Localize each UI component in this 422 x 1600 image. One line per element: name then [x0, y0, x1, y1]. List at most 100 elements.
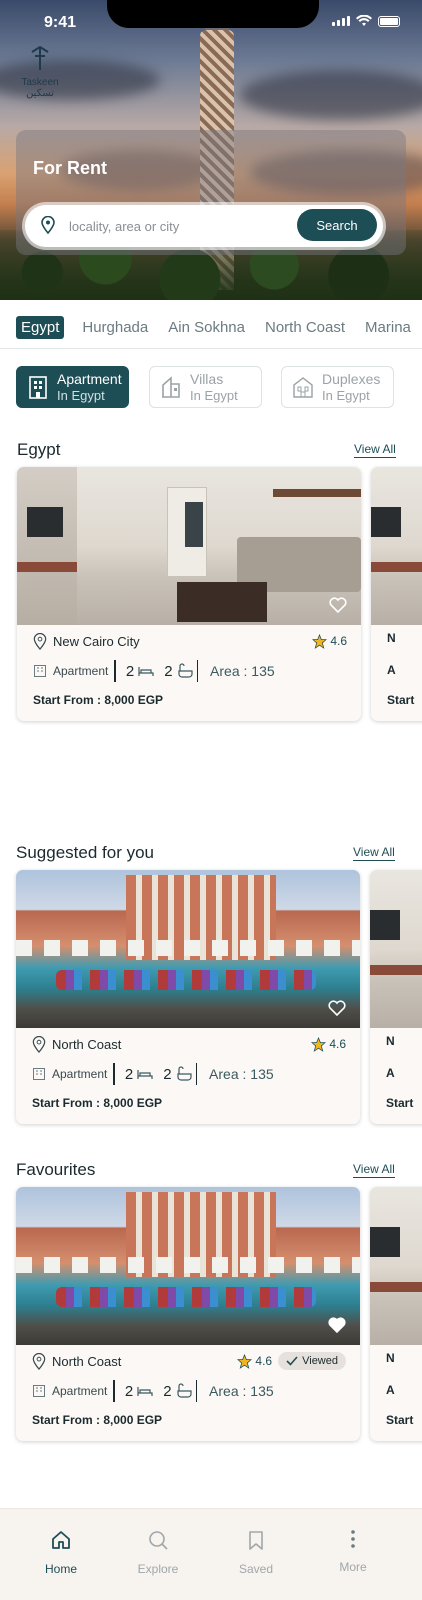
- section-title-egypt: Egypt: [17, 440, 61, 459]
- star-icon: [237, 1353, 253, 1369]
- property-price: Start From : 8,000 EGP: [32, 1413, 163, 1427]
- property-location: New Cairo City: [53, 633, 140, 649]
- view-all-egypt[interactable]: View All: [354, 442, 396, 458]
- villa-icon: [162, 376, 180, 398]
- category-sub: In Egypt: [322, 387, 370, 403]
- property-image: [371, 467, 422, 625]
- property-type: A: [386, 1066, 395, 1080]
- property-type: Apartment: [52, 1067, 108, 1081]
- property-location: N: [387, 631, 396, 645]
- rating: 4.6: [312, 633, 347, 649]
- rent-title: For Rent: [33, 158, 107, 178]
- category-sub: In Egypt: [57, 387, 105, 403]
- nav-more[interactable]: More: [318, 1529, 388, 1574]
- property-location: N: [386, 1351, 395, 1365]
- star-icon: [312, 633, 328, 649]
- device-notch: [107, 0, 319, 28]
- bed-icon: [137, 1387, 153, 1396]
- rating-value: 4.6: [255, 1354, 273, 1368]
- property-price: Start From : 8,000 EGP: [33, 693, 164, 707]
- nav-explore[interactable]: Explore: [123, 1529, 193, 1576]
- category-label: Apartment: [57, 370, 122, 387]
- search-input[interactable]: [69, 215, 289, 237]
- bath-icon: [176, 1383, 192, 1398]
- section-title-favourites: Favourites: [16, 1160, 96, 1179]
- property-price: Start: [386, 1096, 414, 1110]
- bath-icon: [176, 1066, 192, 1081]
- duplex-icon: [293, 377, 313, 398]
- tab-north-coast[interactable]: North Coast: [263, 316, 347, 339]
- bed-count: 2: [124, 1382, 134, 1400]
- nav-label: Saved: [238, 1562, 274, 1576]
- bottom-navigation: Home Explore Saved More: [0, 1508, 422, 1600]
- bed-count: 2: [125, 662, 135, 680]
- rating-value: 4.6: [329, 1037, 346, 1051]
- viewed-badge: Viewed: [278, 1352, 346, 1370]
- category-duplexes[interactable]: Duplexes In Egypt: [281, 366, 394, 408]
- favorite-heart-icon[interactable]: [328, 1317, 346, 1333]
- property-card[interactable]: New Cairo City 4.6 Apartment 2 2 Area : …: [17, 467, 361, 721]
- search-bar: Search: [25, 205, 383, 247]
- viewed-label: Viewed: [302, 1355, 338, 1367]
- rating: 4.6: [237, 1353, 273, 1369]
- property-card-next[interactable]: N A Start: [370, 1187, 422, 1441]
- rating-value: 4.6: [330, 634, 347, 648]
- property-type: Apartment: [53, 664, 109, 678]
- property-location: North Coast: [52, 1036, 122, 1052]
- building-icon: [33, 1068, 45, 1080]
- property-image: [16, 870, 360, 1028]
- nav-label: Home: [44, 1562, 77, 1576]
- property-card-next[interactable]: N A Start: [370, 870, 422, 1124]
- location-pin-icon: [32, 1352, 46, 1370]
- property-area: Area : 135: [209, 1066, 274, 1082]
- tab-hurghada[interactable]: Hurghada: [80, 316, 150, 339]
- property-area: Area : 135: [209, 1383, 274, 1399]
- view-all-suggested[interactable]: View All: [353, 845, 395, 861]
- category-villas[interactable]: Villas In Egypt: [149, 366, 262, 408]
- tab-egypt[interactable]: Egypt: [16, 316, 65, 339]
- location-pin-icon: [33, 632, 47, 650]
- property-price: Start: [386, 1413, 414, 1427]
- location-pin-icon: [41, 216, 55, 234]
- nav-saved[interactable]: Saved: [221, 1529, 291, 1576]
- bookmark-icon: [249, 1531, 263, 1550]
- status-icons: [332, 15, 400, 27]
- property-card[interactable]: North Coast 4.6 Apartment 2 2 Area : 135…: [16, 870, 360, 1124]
- rating: 4.6: [311, 1036, 346, 1052]
- search-button[interactable]: Search: [297, 209, 377, 241]
- brand-name: Taskeen: [21, 77, 59, 88]
- tab-ain-sokhna[interactable]: Ain Sokhna: [166, 316, 247, 339]
- nav-label: Explore: [137, 1562, 179, 1576]
- bath-count: 2: [163, 1065, 172, 1083]
- nav-label: More: [339, 1560, 367, 1574]
- building-icon: [33, 1385, 45, 1397]
- category-label: Villas: [190, 370, 224, 387]
- view-all-favourites[interactable]: View All: [353, 1162, 395, 1178]
- location-pin-icon: [32, 1035, 46, 1053]
- tab-marina[interactable]: Marina: [363, 316, 413, 339]
- favorite-heart-icon[interactable]: [328, 1000, 346, 1016]
- brand-logo[interactable]: Taskeen تسكين: [20, 45, 60, 99]
- search-icon: [149, 1531, 168, 1550]
- property-area: Area : 135: [210, 663, 275, 679]
- favorite-heart-icon[interactable]: [329, 597, 347, 613]
- star-icon: [311, 1036, 327, 1052]
- category-apartment[interactable]: Apartment In Egypt: [16, 366, 129, 408]
- status-time: 9:41: [44, 14, 77, 31]
- property-price: Start From : 8,000 EGP: [32, 1096, 163, 1110]
- tabs-divider: [0, 348, 422, 349]
- bed-count: 2: [124, 1065, 134, 1083]
- property-card-next[interactable]: N A Start: [371, 467, 422, 721]
- signal-icon: [332, 16, 350, 26]
- property-image: [370, 1187, 422, 1345]
- property-card[interactable]: North Coast 4.6 Viewed Apartment 2 2 Are…: [16, 1187, 360, 1441]
- location-tabs: Egypt Hurghada Ain Sokhna North Coast Ma…: [16, 316, 422, 339]
- battery-icon: [378, 15, 400, 27]
- property-price: Start: [387, 693, 415, 707]
- nav-home[interactable]: Home: [26, 1529, 96, 1576]
- bed-icon: [137, 1070, 153, 1079]
- bed-icon: [138, 667, 154, 676]
- building-icon: [29, 376, 47, 399]
- check-icon: [286, 1356, 298, 1366]
- bath-count: 2: [163, 1382, 172, 1400]
